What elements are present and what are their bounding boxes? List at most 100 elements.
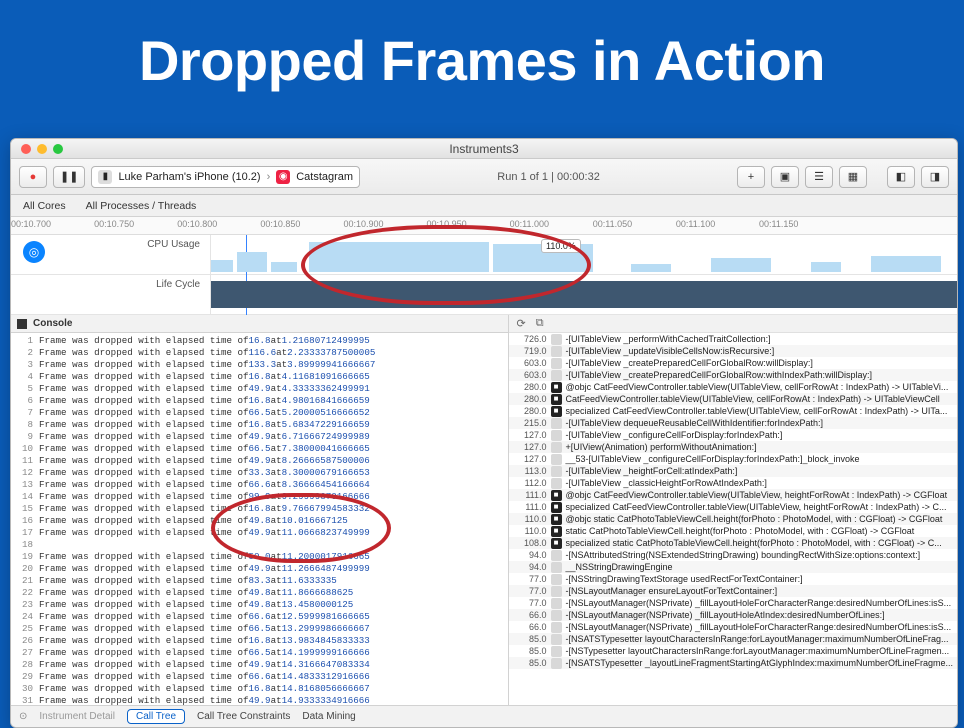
stack-row[interactable]: 85.0-[NSATSTypesetter layoutCharactersIn… — [509, 633, 958, 645]
stack-row[interactable]: 94.0-[NSAttributedString(NSExtendedStrin… — [509, 549, 958, 561]
console-line: 29Frame was dropped with elapsed time of… — [15, 671, 504, 683]
console-line: 27Frame was dropped with elapsed time of… — [15, 647, 504, 659]
console-line: 4Frame was dropped with elapsed time of … — [15, 371, 504, 383]
time-ruler[interactable]: 00:10.70000:10.75000:10.80000:10.85000:1… — [11, 217, 957, 235]
stack-row[interactable]: 111.0■specialized CatFeedViewController.… — [509, 501, 958, 513]
user-symbol-icon: ■ — [551, 526, 562, 537]
cores-filter[interactable]: All Cores — [23, 200, 66, 212]
system-symbol-icon — [551, 478, 562, 489]
calltree-button[interactable]: Call Tree — [127, 709, 185, 724]
stack-row[interactable]: 108.0■specialized static CatPhotoTableVi… — [509, 537, 958, 549]
stack-row[interactable]: 77.0-[NSStringDrawingTextStorage usedRec… — [509, 573, 958, 585]
stack-row[interactable]: 77.0-[NSLayoutManager ensureLayoutForTex… — [509, 585, 958, 597]
stack-row[interactable]: 111.0■@objc CatFeedViewController.tableV… — [509, 489, 958, 501]
stack-row[interactable]: 280.0■CatFeedViewController.tableView(UI… — [509, 393, 958, 405]
stack-row[interactable]: 215.0-[UITableView dequeueReusableCellWi… — [509, 417, 958, 429]
stack-row[interactable]: 112.0-[UITableView _classicHeightForRowA… — [509, 477, 958, 489]
left-pane-button[interactable]: ◧ — [887, 166, 915, 188]
stack-row[interactable]: 127.0__53-[UITableView _configureCellFor… — [509, 453, 958, 465]
system-symbol-icon — [551, 574, 562, 585]
console-line: 30Frame was dropped with elapsed time of… — [15, 683, 504, 695]
stack-row[interactable]: 719.0-[UITableView _updateVisibleCellsNo… — [509, 345, 958, 357]
view-button[interactable]: ▦ — [839, 166, 867, 188]
console-icon — [17, 319, 27, 329]
user-symbol-icon: ■ — [551, 406, 562, 417]
system-symbol-icon — [551, 454, 562, 465]
tracks-area: ◎ CPU Usage 110.0% Life Cycle — [11, 235, 957, 315]
calltree-constraints-button[interactable]: Call Tree Constraints — [197, 711, 290, 722]
pause-button[interactable]: ❚❚ — [53, 166, 85, 188]
system-symbol-icon — [551, 646, 562, 657]
console-line: 3Frame was dropped with elapsed time of … — [15, 359, 504, 371]
system-symbol-icon — [551, 418, 562, 429]
data-mining-button[interactable]: Data Mining — [302, 711, 355, 722]
stack-row[interactable]: 603.0-[UITableView _createPreparedCellFo… — [509, 369, 958, 381]
cpu-value-callout: 110.0% — [541, 239, 581, 253]
stack-row[interactable]: 127.0-[UITableView _configureCellForDisp… — [509, 429, 958, 441]
console-line: 16Frame was dropped with elapsed time of… — [15, 515, 504, 527]
console-body[interactable]: 1Frame was dropped with elapsed time of … — [11, 333, 508, 705]
filter-icon[interactable]: ⊙ — [19, 711, 27, 722]
lifecycle-track[interactable]: Life Cycle — [11, 275, 957, 315]
stack-symbol: -[NSStringDrawingTextStorage usedRectFor… — [566, 573, 803, 585]
add-instrument-button[interactable]: + — [737, 166, 765, 188]
stack-row[interactable]: 85.0-[NSATSTypesetter _layoutLineFragmen… — [509, 657, 958, 669]
console-line: 12Frame was dropped with elapsed time of… — [15, 467, 504, 479]
stack-symbol: -[NSAttributedString(NSExtendedStringDra… — [566, 549, 921, 561]
stack-row[interactable]: 110.0■static CatPhotoTableViewCell.heigh… — [509, 525, 958, 537]
cpu-track[interactable]: ◎ CPU Usage 110.0% — [11, 235, 957, 275]
stack-row[interactable]: 66.0-[NSLayoutManager(NSPrivate) _fillLa… — [509, 609, 958, 621]
ruler-tick: 00:10.800 — [177, 219, 217, 229]
stack-row[interactable]: 726.0-[UITableView _performWithCachedTra… — [509, 333, 958, 345]
stack-symbol: -[NSATSTypesetter _layoutLineFragmentSta… — [566, 657, 954, 669]
stack-row[interactable]: 94.0__NSStringDrawingEngine — [509, 561, 958, 573]
console-title: Console — [33, 318, 72, 329]
stack-symbol: -[UITableView _classicHeightForRowAtInde… — [566, 477, 767, 489]
stack-row[interactable]: 85.0-[NSTypesetter layoutCharactersInRan… — [509, 645, 958, 657]
stack-row[interactable]: 603.0-[UITableView _createPreparedCellFo… — [509, 357, 958, 369]
stack-row[interactable]: 77.0-[NSLayoutManager(NSPrivate) _fillLa… — [509, 597, 958, 609]
stack-row[interactable]: 280.0■@objc CatFeedViewController.tableV… — [509, 381, 958, 393]
refresh-icon[interactable]: ⟳ — [517, 317, 526, 330]
console-line: 26Frame was dropped with elapsed time of… — [15, 635, 504, 647]
right-pane-button[interactable]: ◨ — [921, 166, 949, 188]
filter-bar: All Cores All Processes / Threads — [11, 195, 957, 217]
toolbar: ● ❚❚ ▮ Luke Parham's iPhone (10.2) › ◉ C… — [11, 159, 957, 195]
system-symbol-icon — [551, 358, 562, 369]
stack-row[interactable]: 66.0-[NSLayoutManager(NSPrivate) _fillLa… — [509, 621, 958, 633]
stack-symbol: -[UITableView dequeueReusableCellWithIde… — [566, 417, 823, 429]
run-status: Run 1 of 1 | 00:00:32 — [366, 171, 731, 183]
target-device[interactable]: ▮ Luke Parham's iPhone (10.2) › ◉ Catsta… — [91, 166, 360, 188]
stack-symbol: @objc CatFeedViewController.tableView(UI… — [566, 381, 949, 393]
copy-icon[interactable]: ⧉ — [536, 317, 544, 330]
system-symbol-icon — [551, 634, 562, 645]
stack-row[interactable]: 113.0-[UITableView _heightForCell:atInde… — [509, 465, 958, 477]
console-line: 10Frame was dropped with elapsed time of… — [15, 443, 504, 455]
stack-row[interactable]: 127.0+[UIView(Animation) performWithoutA… — [509, 441, 958, 453]
system-symbol-icon — [551, 622, 562, 633]
bottom-bar: ⊙ Instrument Detail Call Tree Call Tree … — [11, 705, 957, 727]
stack-symbol: -[UITableView _heightForCell:atIndexPath… — [566, 465, 738, 477]
stack-symbol: -[UITableView _createPreparedCellForGlob… — [566, 369, 872, 381]
stack-row[interactable]: 280.0■specialized CatFeedViewController.… — [509, 405, 958, 417]
process-label: Catstagram — [296, 171, 353, 183]
stack-row[interactable]: 110.0■@objc static CatPhotoTableViewCell… — [509, 513, 958, 525]
record-button[interactable]: ● — [19, 166, 47, 188]
console-line: 6Frame was dropped with elapsed time of … — [15, 395, 504, 407]
detail-filter[interactable]: Instrument Detail — [39, 711, 115, 722]
library-button[interactable]: ☰ — [805, 166, 833, 188]
stack-symbol: -[UITableView _configureCellForDisplay:f… — [566, 429, 783, 441]
stack-symbol: static CatPhotoTableViewCell.height(forP… — [566, 525, 915, 537]
console-line: 23Frame was dropped with elapsed time of… — [15, 599, 504, 611]
page-title: Dropped Frames in Action — [0, 0, 964, 117]
stack-body[interactable]: 726.0-[UITableView _performWithCachedTra… — [509, 333, 958, 705]
system-symbol-icon — [551, 346, 562, 357]
system-symbol-icon — [551, 334, 562, 345]
strategy-button[interactable]: ▣ — [771, 166, 799, 188]
console-line: 1Frame was dropped with elapsed time of … — [15, 335, 504, 347]
system-symbol-icon — [551, 658, 562, 669]
console-line: 24Frame was dropped with elapsed time of… — [15, 611, 504, 623]
console-line: 8Frame was dropped with elapsed time of … — [15, 419, 504, 431]
processes-filter[interactable]: All Processes / Threads — [86, 200, 197, 212]
ruler-tick: 00:10.950 — [427, 219, 467, 229]
